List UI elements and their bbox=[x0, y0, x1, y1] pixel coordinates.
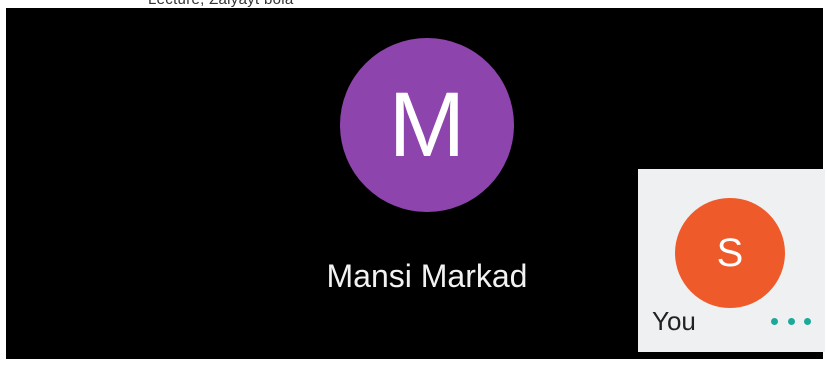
more-horizontal-icon-dot bbox=[787, 317, 795, 325]
participant-name: Mansi Markad bbox=[326, 258, 528, 294]
self-avatar: S bbox=[675, 198, 785, 308]
main-video-stage: M Mansi Markad S You bbox=[6, 8, 825, 359]
self-label: You bbox=[652, 306, 696, 336]
more-horizontal-icon bbox=[771, 317, 778, 325]
participant-initial: M bbox=[388, 74, 466, 176]
top-caption: Lecture, Zalyayt bola bbox=[148, 0, 294, 8]
self-view-tile[interactable]: S You bbox=[638, 169, 825, 352]
participant-avatar: M bbox=[340, 38, 514, 212]
more-options-button[interactable] bbox=[771, 315, 811, 327]
video-call-screen: Lecture, Zalyayt bola M Mansi Markad S Y… bbox=[0, 0, 827, 365]
more-horizontal-icon-dot bbox=[804, 317, 811, 325]
self-initial: S bbox=[716, 231, 744, 275]
